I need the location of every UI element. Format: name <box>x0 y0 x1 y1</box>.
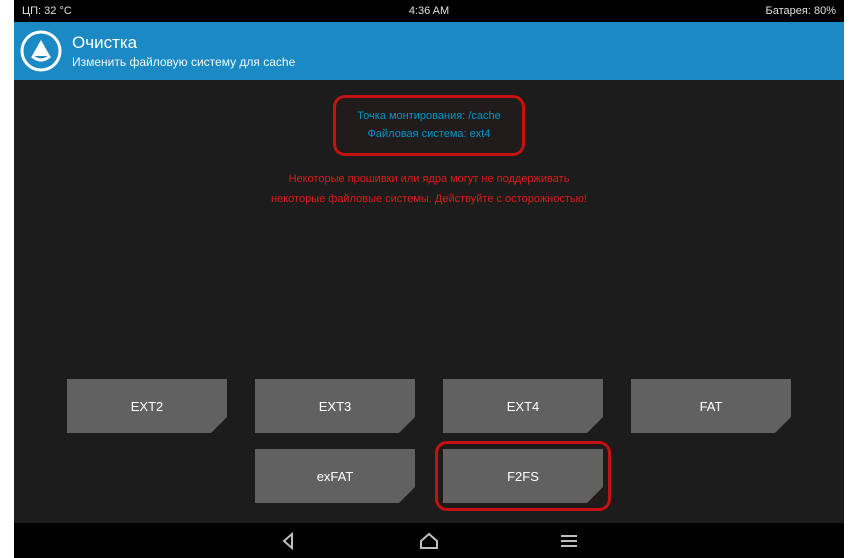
nav-back-button[interactable] <box>279 531 299 551</box>
nav-menu-button[interactable] <box>559 531 579 551</box>
fs-exfat-button[interactable]: exFAT <box>255 449 415 503</box>
twrp-logo-icon <box>20 30 62 72</box>
page-title: Очистка <box>72 33 295 53</box>
fs-ext4-button[interactable]: EXT4 <box>443 379 603 433</box>
fs-f2fs-highlight: F2FS <box>443 449 603 503</box>
page-subtitle: Изменить файловую систему для cache <box>72 55 295 69</box>
status-time: 4:36 AM <box>293 5 564 17</box>
fs-fat-button[interactable]: FAT <box>631 379 791 433</box>
content-area: Точка монтирования: /cache Файловая сист… <box>14 80 844 523</box>
mount-point-label: Точка монтирования: /cache <box>342 108 516 126</box>
header: Очистка Изменить файловую систему для ca… <box>14 22 844 80</box>
fs-f2fs-button[interactable]: F2FS <box>443 449 603 503</box>
status-bar: ЦП: 32 °C 4:36 AM Батарея: 80% <box>14 0 844 22</box>
filesystem-row-2: exFAT F2FS <box>255 449 603 503</box>
partition-info-box: Точка монтирования: /cache Файловая сист… <box>333 95 525 156</box>
fs-ext3-button[interactable]: EXT3 <box>255 379 415 433</box>
status-battery: Батарея: 80% <box>565 5 836 17</box>
filesystem-label: Файловая система: ext4 <box>342 126 516 144</box>
warning-line-2: некоторые файловые системы. Действуйте с… <box>14 190 844 210</box>
filesystem-row-1: EXT2 EXT3 EXT4 FAT <box>67 379 791 433</box>
nav-bar <box>14 523 844 558</box>
status-cpu: ЦП: 32 °C <box>22 5 293 17</box>
device-frame: ЦП: 32 °C 4:36 AM Батарея: 80% Очистка И… <box>14 0 844 558</box>
warning-line-1: Некоторые прошивки или ядра могут не под… <box>14 170 844 190</box>
fs-ext2-button[interactable]: EXT2 <box>67 379 227 433</box>
warning-text: Некоторые прошивки или ядра могут не под… <box>14 170 844 210</box>
nav-home-button[interactable] <box>419 531 439 551</box>
filesystem-grid: EXT2 EXT3 EXT4 FAT exFAT F2FS <box>14 379 844 503</box>
